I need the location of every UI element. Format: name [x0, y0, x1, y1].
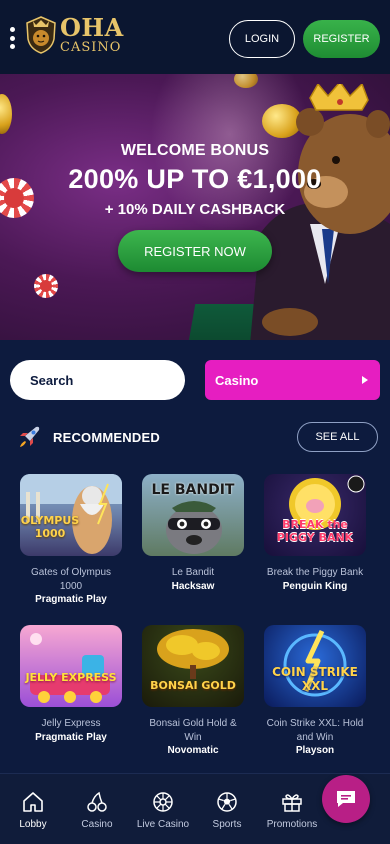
game-name: Jelly Express [41, 718, 101, 729]
search-box[interactable] [10, 360, 205, 400]
logo[interactable]: OHA CASINO [24, 15, 124, 55]
game-logo-text: BREAK the PIGGY BANK [276, 518, 354, 544]
bonsai-tree-illustration [157, 629, 229, 679]
game-name: Le Bandit [171, 567, 215, 578]
candy-train-illustration [30, 633, 110, 703]
nav-item-casino[interactable]: Casino [62, 790, 132, 830]
nav-label: Lobby [19, 819, 47, 830]
game-provider: Pragmatic Play [35, 594, 107, 605]
game-name: Coin Strike XXL: Hold and Win [266, 718, 364, 743]
game-card[interactable]: OLYMPUS 1000 Gates of Olympus 1000 Pragm… [20, 474, 122, 605]
poker-chip-decoration [34, 274, 58, 298]
nav-item-sports[interactable]: Sports [192, 790, 262, 830]
logo-subtitle: CASINO [60, 40, 122, 55]
category-selected-value: Casino [215, 372, 259, 388]
game-provider: Playson [295, 745, 335, 756]
game-thumbnail[interactable]: BREAK the PIGGY BANK [264, 474, 366, 556]
nav-label: Sports [212, 819, 242, 830]
game-logo-text: BONSAI GOLD [150, 679, 236, 692]
banner-offer: 200% UP TO €1,000 [68, 164, 322, 194]
game-logo-text: LE BANDIT [151, 482, 235, 498]
chat-icon [337, 791, 355, 807]
game-thumbnail[interactable]: JELLY EXPRESS [20, 625, 122, 707]
roulette-icon [153, 792, 173, 812]
game-thumbnail[interactable]: LE BANDIT [142, 474, 244, 556]
nav-item-lobby[interactable]: Lobby [0, 790, 68, 830]
nav-item-live-casino[interactable]: Live Casino [128, 790, 198, 830]
home-icon [23, 792, 43, 812]
game-thumbnail[interactable]: OLYMPUS 1000 [20, 474, 122, 556]
banner-heading: WELCOME BONUS [120, 142, 270, 159]
caret-right-icon [362, 376, 368, 384]
nav-label: Live Casino [136, 819, 190, 830]
game-logo-text: JELLY EXPRESS [25, 671, 117, 684]
nav-label: Casino [81, 819, 113, 830]
game-card[interactable]: LE BANDIT Le Bandit Hacksaw [142, 474, 244, 592]
game-card[interactable]: BREAK the PIGGY BANK Break the Piggy Ban… [264, 474, 366, 592]
search-input[interactable] [30, 372, 205, 388]
rocket-icon [20, 426, 40, 447]
welcome-bonus-banner[interactable]: WELCOME BONUS 200% UP TO €1,000 + 10% DA… [0, 74, 390, 340]
game-provider: Novomatic [167, 745, 219, 756]
register-now-button[interactable]: REGISTER NOW [118, 230, 272, 272]
banner-cashback: + 10% DAILY CASHBACK [104, 201, 286, 218]
game-provider: Penguin King [282, 580, 348, 592]
logo-wordmark: OHA [60, 13, 124, 42]
menu-icon[interactable] [8, 27, 16, 49]
game-logo-text: OLYMPUS 1000 [20, 514, 80, 540]
register-button[interactable]: REGISTER [303, 20, 380, 58]
section-title: RECOMMENDED [53, 430, 160, 445]
see-all-button[interactable]: SEE ALL [297, 422, 378, 452]
game-logo-text: COIN STRIKE XXL [272, 665, 358, 693]
chat-button[interactable] [322, 775, 370, 823]
soccer-ball-icon [217, 792, 237, 812]
lion-crest-icon [26, 16, 56, 54]
game-name: Gates of Olympus 1000 [30, 567, 112, 592]
category-dropdown[interactable]: Casino [205, 360, 380, 400]
login-button[interactable]: LOGIN [229, 20, 295, 58]
gift-icon [282, 794, 302, 812]
nav-item-promotions[interactable]: Promotions [257, 790, 327, 830]
top-header: OHA CASINO LOGIN REGISTER [0, 0, 390, 74]
game-thumbnail[interactable]: BONSAI GOLD [142, 625, 244, 707]
cherry-icon [87, 791, 107, 812]
game-card[interactable]: JELLY EXPRESS Jelly Express Pragmatic Pl… [20, 625, 122, 743]
game-provider: Hacksaw [171, 580, 215, 592]
nav-label: Promotions [266, 819, 318, 830]
game-card[interactable]: BONSAI GOLD Bonsai Gold Hold & Win Novom… [142, 625, 244, 756]
game-card[interactable]: COIN STRIKE XXL Coin Strike XXL: Hold an… [264, 625, 366, 756]
game-name: Bonsai Gold Hold & Win [149, 718, 237, 743]
game-provider: Pragmatic Play [35, 731, 107, 743]
game-name: Break the Piggy Bank [266, 567, 364, 578]
gold-coin-decoration [0, 94, 12, 134]
game-thumbnail[interactable]: COIN STRIKE XXL [264, 625, 366, 707]
